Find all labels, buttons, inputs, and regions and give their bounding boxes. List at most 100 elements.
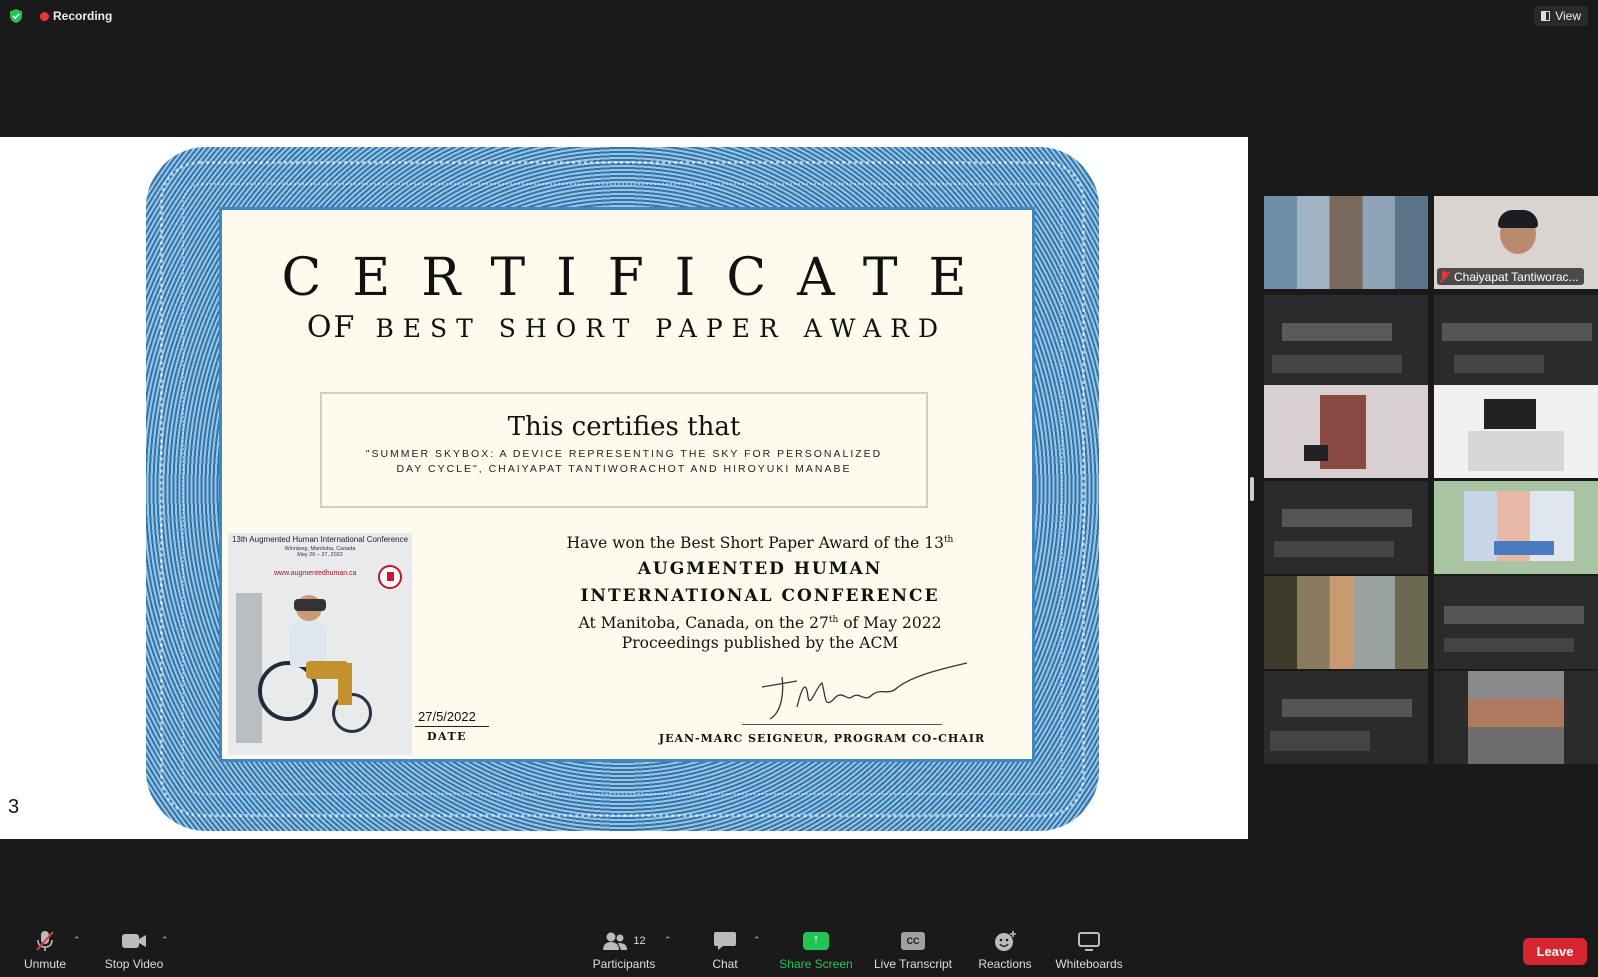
participant-tile[interactable] [1264,576,1428,669]
proceedings-line: Proceedings published by the ACM [621,634,899,653]
signature-image [761,662,968,720]
unmute-button[interactable]: Unmute [18,925,72,977]
share-screen-icon-wrap [803,930,829,952]
won-sup: th [943,534,954,545]
mic-off-icon [33,930,57,952]
blurred-video [1484,399,1536,429]
reactions-button[interactable]: Reactions [975,925,1035,977]
participant-hair [1498,210,1538,228]
date-value: 27/5/2022 [418,709,476,724]
participants-icon: 12 [602,930,646,952]
share-screen-button[interactable]: Share Screen [776,925,856,977]
blurred-video [1304,445,1328,461]
view-layout-icon [1541,11,1551,21]
recording-label: Recording [53,9,113,23]
participants-count: 12 [633,935,646,947]
participants-label: Participants [592,957,656,971]
reactions-label: Reactions [978,957,1032,971]
blurred-name [1274,541,1394,557]
participant-tile[interactable] [1264,196,1428,289]
won-text: Have won the Best Short Paper Award of t… [566,534,944,552]
live-transcript-label: Live Transcript [873,957,953,971]
blurred-name [1270,731,1370,751]
at-sup: th [828,615,839,625]
blurred-video [1468,671,1564,764]
chat-caret-icon[interactable]: ⌃ [753,935,761,946]
poster-location: Winnipeg, Manitoba, Canada May 26 – 27, … [228,546,412,558]
certificate-subtitle: OF BEST SHORT PAPER AWARD [222,310,1032,345]
blurred-video [1264,196,1428,289]
poster-shelf [236,593,262,743]
certifies-box: This certifies that "SUMMER SKYBOX: A DE… [320,392,928,508]
signer-name: JEAN-MARC SEIGNEUR, PROGRAM CO-CHAIR [658,732,986,745]
video-camera-icon [121,930,147,952]
whiteboard-icon [1077,930,1101,952]
blurred-name [1454,355,1544,373]
chat-label: Chat [712,957,738,971]
poster-url: www.augmentedhuman.ca [274,570,357,577]
poster-dates: May 26 – 27, 2022 [297,552,343,558]
date-line [415,726,489,727]
smiley-plus-icon [993,930,1017,952]
vr-headset [294,599,326,611]
chat-button[interactable]: Chat [708,925,742,977]
panel-resize-handle[interactable] [1250,477,1254,501]
participant-tile[interactable] [1434,671,1598,764]
blurred-name [1282,699,1412,717]
blurred-name [1442,323,1592,341]
blurred-video [1494,541,1554,555]
person-shin [338,663,352,705]
blurred-name [1272,355,1402,373]
meeting-toolbar: Unmute ⌃ Stop Video ⌃ 12 Participants ⌃ … [0,925,1598,977]
slide-page-number: 3 [8,796,20,818]
award-statement: Have won the Best Short Paper Award of t… [522,534,998,653]
unmute-label: Unmute [23,957,67,971]
blurred-video [1468,431,1564,471]
work-title: "SUMMER SKYBOX: A DEVICE REPRESENTING TH… [365,448,883,475]
won-line: Have won the Best Short Paper Award of t… [522,534,998,552]
certificate-title: CERTIFICATE [281,248,998,308]
cc-icon: CC [901,932,925,950]
location-line: At Manitoba, Canada, on the 27th of May … [522,610,998,633]
certificate-of: OF [306,310,357,345]
poster-header: 13th Augmented Human International Confe… [231,535,409,544]
top-bar: Recording View [0,0,1598,32]
chat-bubble-icon [713,930,737,952]
blurred-video [1264,576,1428,669]
participant-name-tag: Chaiyapat Tantiworac... [1437,268,1584,285]
blurred-name [1444,638,1574,652]
audio-options-caret-icon[interactable]: ⌃ [73,935,81,946]
participant-tile[interactable] [1434,295,1598,388]
participant-tile-chaiyapat[interactable]: Chaiyapat Tantiworac... [1434,196,1598,289]
blurred-name [1282,509,1412,527]
participant-tile[interactable] [1264,385,1428,478]
participant-tile[interactable] [1434,481,1598,574]
view-button[interactable]: View [1534,6,1588,26]
whiteboards-label: Whiteboards [1055,957,1123,971]
recording-indicator[interactable]: Recording [40,9,112,23]
certificate: CERTIFICATE OF BEST SHORT PAPER AWARD Th… [219,207,1035,762]
leave-button[interactable]: Leave [1523,938,1587,965]
award-name: BEST SHORT PAPER AWARD [375,314,948,343]
encryption-shield-icon[interactable] [8,8,24,24]
shared-screen: CERTIFICATE OF BEST SHORT PAPER AWARD Th… [0,137,1248,839]
participant-tile[interactable] [1264,481,1428,574]
date-label: DATE [427,730,468,743]
participant-tile[interactable] [1434,385,1598,478]
participant-tile[interactable] [1264,671,1428,764]
signature-line [742,724,942,725]
participant-name: Chaiyapat Tantiworac... [1454,269,1579,284]
participants-button[interactable]: 12 Participants [588,925,660,977]
stop-video-button[interactable]: Stop Video [100,925,168,977]
participants-caret-icon[interactable]: ⌃ [664,935,672,946]
whiteboards-button[interactable]: Whiteboards [1052,925,1126,977]
share-screen-icon [803,931,829,950]
video-options-caret-icon[interactable]: ⌃ [161,935,169,946]
blurred-name [1444,606,1584,624]
live-transcript-button[interactable]: CC Live Transcript [870,925,956,977]
at-text: At Manitoba, Canada, on the 27 [578,614,829,633]
canada-flag-icon [378,565,402,589]
participant-tile[interactable] [1434,576,1598,669]
participant-tile[interactable] [1264,295,1428,388]
view-label: View [1555,9,1581,23]
